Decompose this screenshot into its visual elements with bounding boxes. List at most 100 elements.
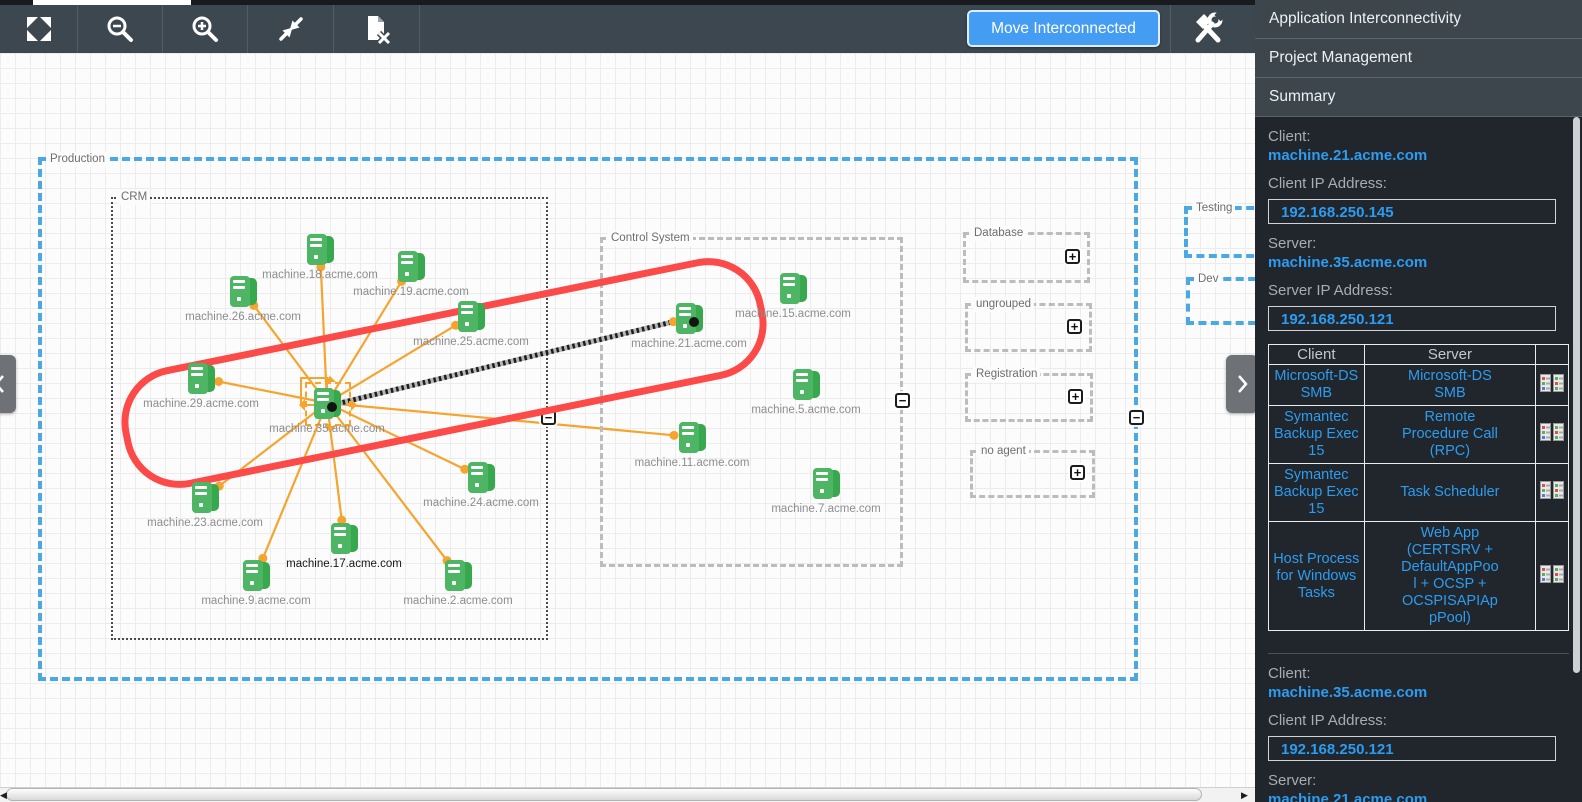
pan-right-tab[interactable]	[1226, 355, 1255, 413]
collapse-group-button[interactable]: −	[895, 393, 910, 408]
sidebar-header-summary[interactable]: Summary	[1255, 78, 1582, 117]
connection-endpoint-dot	[689, 317, 699, 327]
machine-node[interactable]: machine.15.acme.com	[735, 273, 851, 320]
machine-node[interactable]: machine.24.acme.com	[423, 462, 539, 509]
clear-document-button[interactable]	[334, 5, 419, 53]
machine-node[interactable]: machine.21.acme.com	[631, 303, 747, 350]
group-label: Registration	[973, 367, 1041, 382]
group-database[interactable]: Database +	[963, 226, 1090, 283]
connection-endpoint-dot	[327, 402, 337, 412]
collapse-connections-button[interactable]	[248, 5, 333, 53]
machine-label: machine.24.acme.com	[423, 497, 539, 509]
collapse-group-button[interactable]: −	[1129, 410, 1144, 425]
server-service-cell[interactable]: Web App (CERTSRV + DefaultAppPool + OCSP…	[1363, 521, 1537, 631]
client-ip-field[interactable]: 192.168.250.121	[1268, 736, 1556, 761]
chevron-right-icon	[1238, 375, 1248, 393]
machine-node[interactable]: machine.35.acme.com	[269, 388, 385, 435]
server-service-cell[interactable]: Remote Procedure Call (RPC)	[1363, 405, 1537, 464]
sidebar: Application Interconnectivity Project Ma…	[1255, 0, 1582, 802]
toolbar: Move Interconnected	[0, 5, 1255, 53]
group-dev[interactable]: Dev	[1186, 272, 1255, 325]
machine-node[interactable]: machine.19.acme.com	[353, 251, 469, 298]
server-label: Server:	[1268, 772, 1317, 789]
server-icon	[679, 422, 706, 453]
machine-label: machine.5.acme.com	[751, 404, 861, 416]
service-detail-grid-icon[interactable]	[1540, 373, 1565, 392]
sidebar-header-project-management[interactable]: Project Management	[1255, 39, 1582, 78]
zoom-out-button[interactable]	[78, 5, 162, 53]
machine-label: machine.11.acme.com	[634, 457, 750, 469]
handle-arrow-icon	[293, 399, 305, 411]
group-label: no agent	[978, 444, 1029, 459]
client-service-cell[interactable]: Host Process for Windows Tasks	[1268, 521, 1365, 631]
machine-node[interactable]: machine.7.acme.com	[771, 468, 881, 515]
client-ip-field[interactable]: 192.168.250.145	[1268, 199, 1556, 224]
client-service-cell[interactable]: Symantec Backup Exec 15	[1268, 405, 1365, 464]
machine-node[interactable]: machine.17.acme.com	[286, 523, 402, 570]
group-label: Testing	[1193, 201, 1236, 216]
machine-node[interactable]: machine.25.acme.com	[413, 301, 529, 348]
group-ungrouped[interactable]: ungrouped +	[965, 297, 1092, 352]
server-ip-field[interactable]: 192.168.250.121	[1268, 306, 1556, 331]
server-icon	[230, 276, 257, 307]
group-no-agent[interactable]: no agent +	[970, 444, 1095, 498]
service-detail-grid-icon[interactable]	[1540, 423, 1565, 441]
collapse-connections-icon	[278, 17, 303, 41]
topology-canvas[interactable]: Production − CRM − Control System − Database + u…	[0, 53, 1255, 787]
machine-node[interactable]: machine.23.acme.com	[147, 482, 263, 529]
server-icon	[445, 560, 472, 591]
zoom-in-icon	[192, 16, 218, 42]
server-machine-link[interactable]: machine.21.acme.com	[1268, 791, 1569, 802]
expand-group-button[interactable]: +	[1068, 388, 1083, 404]
machine-label: machine.21.acme.com	[631, 338, 747, 350]
server-service-cell[interactable]: Task Scheduler	[1363, 463, 1537, 522]
zoom-in-button[interactable]	[163, 5, 247, 53]
service-detail-grid-icon[interactable]	[1540, 564, 1565, 583]
expand-group-button[interactable]: +	[1070, 465, 1085, 480]
server-machine-link[interactable]: machine.35.acme.com	[1268, 254, 1569, 271]
server-service-cell[interactable]: Microsoft-DS SMB	[1363, 364, 1537, 406]
server-label: Server:	[1268, 235, 1317, 252]
machine-node[interactable]: machine.9.acme.com	[201, 560, 311, 607]
application-window: Move Interconnected Production − CRM − C…	[0, 0, 1582, 802]
group-testing[interactable]: Testing	[1184, 201, 1255, 258]
client-ip-label: Client IP Address:	[1268, 712, 1387, 729]
machine-node[interactable]: machine.5.acme.com	[751, 369, 861, 416]
scroll-right-arrow-icon[interactable]: ▶	[1241, 789, 1248, 801]
group-label: ungrouped	[973, 297, 1034, 312]
client-service-cell[interactable]: Microsoft-DS SMB	[1268, 364, 1365, 406]
services-table: Client Server Microsoft-DS SMB Microsoft-DS…	[1268, 344, 1569, 631]
machine-label: machine.15.acme.com	[735, 308, 851, 320]
client-machine-link[interactable]: machine.21.acme.com	[1268, 147, 1569, 164]
server-icon	[468, 462, 495, 493]
service-row: Symantec Backup Exec 15 Remote Procedure …	[1268, 405, 1569, 464]
horizontal-scrollbar-thumb[interactable]	[6, 788, 1202, 801]
scroll-left-arrow-icon[interactable]: ◀	[0, 789, 7, 801]
service-detail-grid-icon[interactable]	[1540, 481, 1565, 499]
server-icon	[780, 273, 807, 304]
column-header-client: Client	[1268, 344, 1365, 365]
client-label: Client:	[1268, 665, 1311, 682]
pan-left-tab[interactable]	[0, 355, 16, 413]
sidebar-header-application-interconnectivity[interactable]: Application Interconnectivity	[1255, 0, 1582, 39]
tools-button[interactable]	[1180, 5, 1235, 53]
server-ip-label: Server IP Address:	[1268, 282, 1393, 299]
group-registration[interactable]: Registration +	[965, 367, 1093, 422]
client-service-cell[interactable]: Symantec Backup Exec 15	[1268, 463, 1365, 522]
expand-group-button[interactable]: +	[1065, 248, 1080, 264]
fullscreen-button[interactable]	[0, 5, 77, 53]
machine-node[interactable]: machine.29.acme.com	[143, 363, 259, 410]
sidebar-scrollbar-thumb[interactable]	[1573, 117, 1580, 673]
machine-node[interactable]: machine.18.acme.com	[262, 234, 378, 281]
server-icon	[813, 468, 840, 499]
machine-node[interactable]: machine.2.acme.com	[403, 560, 513, 607]
hammer-wrench-icon	[1195, 12, 1226, 43]
server-icon	[243, 560, 270, 591]
machine-node[interactable]: machine.11.acme.com	[635, 422, 749, 469]
group-label: Production	[47, 152, 108, 167]
expand-group-button[interactable]: +	[1067, 318, 1082, 334]
machine-label: machine.29.acme.com	[143, 398, 259, 410]
machine-node[interactable]: machine.26.acme.com	[185, 276, 301, 323]
client-machine-link[interactable]: machine.35.acme.com	[1268, 684, 1569, 701]
move-interconnected-button[interactable]: Move Interconnected	[967, 10, 1160, 47]
